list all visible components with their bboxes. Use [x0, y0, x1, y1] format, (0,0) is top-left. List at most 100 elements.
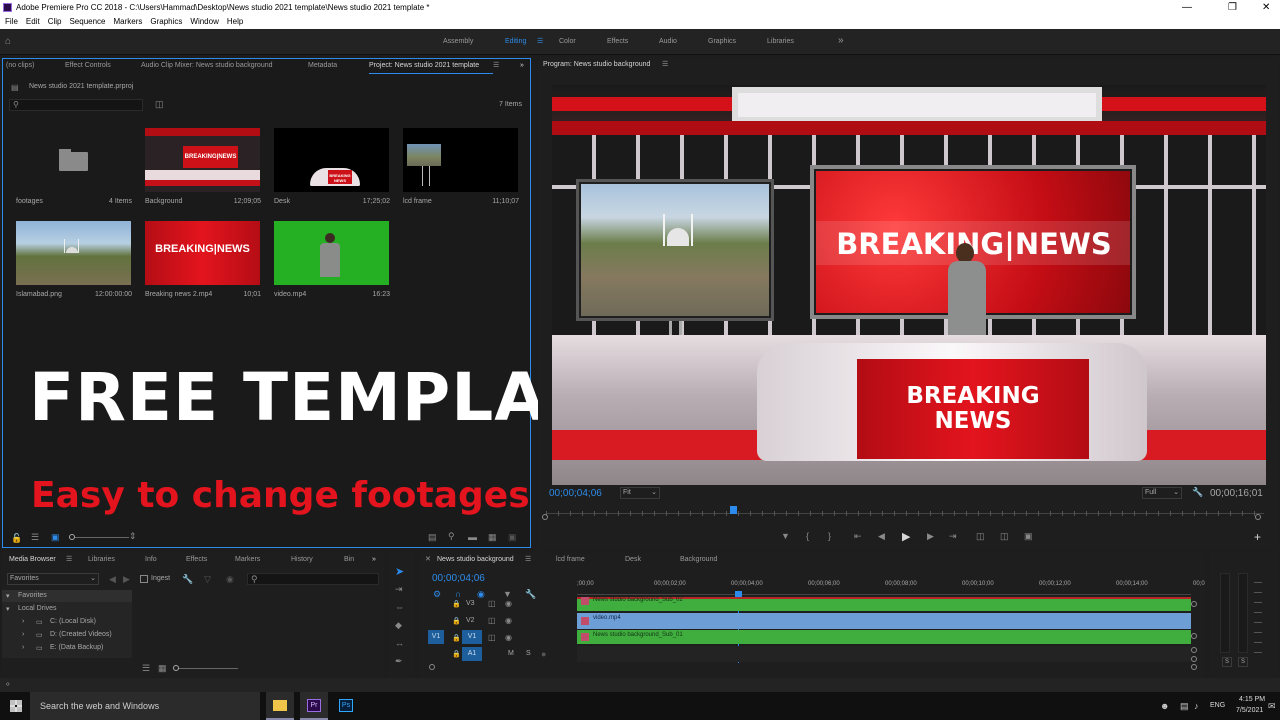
nest-icon[interactable]: ⚙ — [433, 589, 441, 600]
project-item-video[interactable]: video.mp4 16:23 — [271, 218, 396, 308]
step-back-icon[interactable]: ◀ — [878, 531, 885, 542]
eye-icon[interactable]: ◉ — [505, 616, 512, 625]
lift-icon[interactable]: ◫ — [976, 531, 985, 542]
maximize-icon[interactable]: ❐ — [1228, 0, 1237, 15]
sync-icon[interactable]: ◫ — [488, 616, 496, 625]
close-icon[interactable]: ✕ — [1262, 0, 1270, 15]
new-bin-bottom-icon[interactable]: ▬ — [468, 532, 477, 542]
automate-icon[interactable]: ▤ — [428, 532, 437, 543]
tab-effects[interactable]: Effects — [186, 553, 207, 567]
wrench-icon[interactable]: 🔧 — [525, 589, 536, 600]
zoom-slider[interactable] — [69, 537, 129, 538]
project-item-desk[interactable]: BREAKING NEWS Desk 17;25;02 — [271, 125, 396, 215]
track-a1-area[interactable] — [577, 646, 1191, 662]
ingest-checkbox[interactable] — [140, 575, 148, 583]
tree-arrow-icon[interactable]: › — [22, 631, 24, 638]
filter-icon[interactable]: ▽ — [204, 574, 211, 585]
volume-icon[interactable]: ♪ — [1194, 701, 1199, 711]
sync-icon[interactable]: ◫ — [488, 633, 496, 642]
close-icon[interactable]: ✕ — [425, 553, 431, 567]
menu-sequence[interactable]: Sequence — [69, 17, 105, 26]
notifications-icon[interactable]: ✉ — [1268, 701, 1276, 712]
lock-icon[interactable]: 🔓 — [11, 533, 22, 544]
selection-tool-icon[interactable]: ➤ — [395, 565, 404, 578]
media-search-input[interactable]: ⚲ — [247, 573, 379, 585]
solo-left-button[interactable]: S — [1222, 657, 1232, 667]
resolution-dropdown[interactable]: Full ⌄ — [1142, 487, 1182, 499]
forward-arrow-icon[interactable]: ▶ — [123, 574, 130, 585]
timeline-menu-icon[interactable]: ☰ — [525, 553, 531, 567]
lock-icon[interactable]: 🔒 — [452, 600, 461, 608]
media-menu-icon[interactable]: ☰ — [66, 553, 72, 567]
go-to-in-icon[interactable]: ⇤ — [854, 531, 862, 542]
track-label-a1[interactable]: A1 — [462, 647, 482, 661]
project-search-input[interactable]: ⚲ — [9, 99, 143, 111]
play-icon[interactable]: ▶ — [902, 530, 910, 543]
tree-drive-d[interactable]: D: (Created Videos) — [50, 631, 112, 638]
tab-lcd-frame[interactable]: lcd frame — [556, 553, 585, 567]
hamburger-menu-icon[interactable]: ☰ — [537, 37, 543, 45]
track-label-v1[interactable]: V1 — [462, 630, 482, 644]
file-explorer-button[interactable] — [266, 692, 294, 720]
source-v1-button[interactable]: V1 — [428, 630, 444, 644]
home-icon[interactable]: ⌂ — [5, 36, 11, 47]
lock-icon[interactable]: 🔒 — [452, 617, 461, 625]
minimize-icon[interactable]: — — [1182, 0, 1192, 15]
razor-tool-icon[interactable]: ◆ — [395, 620, 402, 631]
camera-icon[interactable]: ▣ — [1024, 531, 1033, 542]
list-view-icon[interactable]: ☰ — [31, 532, 39, 543]
eye-icon[interactable]: ◉ — [505, 633, 512, 642]
tab-libraries[interactable]: Libraries — [88, 553, 115, 567]
lock-icon[interactable]: 🔒 — [452, 650, 461, 658]
photoshop-taskbar-button[interactable]: Ps — [332, 692, 360, 720]
go-to-out-icon[interactable]: ⇥ — [949, 531, 957, 542]
time-ruler[interactable]: ;00;00 00;00;02;00 00;00;04;00 00;00;06;00 0… — [577, 579, 1205, 595]
taskbar-search-box[interactable]: Search the web and Windows — [30, 692, 260, 720]
language-indicator[interactable]: ENG — [1210, 702, 1225, 709]
pen-tool-icon[interactable]: ✒ — [395, 656, 403, 667]
workspace-color[interactable]: Color — [559, 38, 576, 45]
add-button-icon[interactable]: + — [1254, 530, 1261, 544]
microphone-icon[interactable]: ● — [541, 649, 546, 659]
solo-right-button[interactable]: S — [1238, 657, 1248, 667]
mute-button[interactable]: M — [508, 650, 514, 657]
tab-history[interactable]: History — [291, 553, 313, 567]
media-zoom-slider[interactable] — [178, 668, 238, 669]
workspace-editing[interactable]: Editing — [505, 38, 526, 45]
slip-tool-icon[interactable]: ↔ — [395, 638, 404, 648]
clip-v3[interactable]: News studio background_Sub_02 — [577, 597, 1191, 611]
wrench-icon[interactable]: 🔧 — [1192, 487, 1203, 498]
new-bin-icon[interactable]: ◫ — [155, 99, 164, 110]
clip-v1[interactable]: News studio background_Sub_01 — [577, 630, 1191, 644]
view-icon[interactable]: ◉ — [226, 574, 234, 585]
favorites-dropdown[interactable]: Favorites ⌄ — [7, 573, 99, 585]
playhead-icon[interactable] — [730, 506, 737, 514]
tree-arrow-icon[interactable]: ▾ — [6, 592, 10, 600]
lock-icon[interactable]: 🔒 — [452, 634, 461, 642]
menu-help[interactable]: Help — [227, 17, 243, 26]
step-forward-icon[interactable]: ▶ — [927, 531, 934, 542]
tab-no-clips[interactable]: (no clips) — [6, 59, 34, 73]
mark-in-icon[interactable]: { — [806, 531, 809, 541]
network-icon[interactable]: ▤ — [1180, 701, 1189, 712]
workspace-assembly[interactable]: Assembly — [443, 38, 473, 45]
media-zoom-handle[interactable] — [173, 665, 179, 671]
clock-date[interactable]: 7/5/2021 — [1236, 707, 1263, 714]
tab-markers[interactable]: Markers — [235, 553, 260, 567]
project-item-breaking-news[interactable]: BREAKING|NEWS Breaking news 2.mp4 10;01 — [142, 218, 267, 308]
workspace-effects[interactable]: Effects — [607, 38, 628, 45]
icon-view-icon[interactable]: ▣ — [51, 532, 60, 543]
menu-markers[interactable]: Markers — [114, 17, 143, 26]
people-icon[interactable]: ☻ — [1160, 701, 1169, 711]
program-video-frame[interactable]: BREAKING|NEWS BREAKING NEWS — [552, 85, 1266, 485]
menu-clip[interactable]: Clip — [48, 17, 62, 26]
ripple-edit-icon[interactable]: ⇔ — [395, 602, 404, 612]
tab-effect-controls[interactable]: Effect Controls — [65, 59, 111, 73]
list-view-icon[interactable]: ☰ — [142, 663, 150, 674]
more-workspaces-icon[interactable]: » — [838, 35, 844, 46]
extract-icon[interactable]: ◫ — [1000, 531, 1009, 542]
track-select-icon[interactable]: ⇥ — [395, 584, 403, 595]
project-item-islamabad[interactable]: Islamabad.png 12:00:00:00 — [13, 218, 138, 308]
clip-v2[interactable]: video.mp4 — [577, 613, 1191, 629]
grid-view-icon[interactable]: ▦ — [158, 663, 167, 674]
